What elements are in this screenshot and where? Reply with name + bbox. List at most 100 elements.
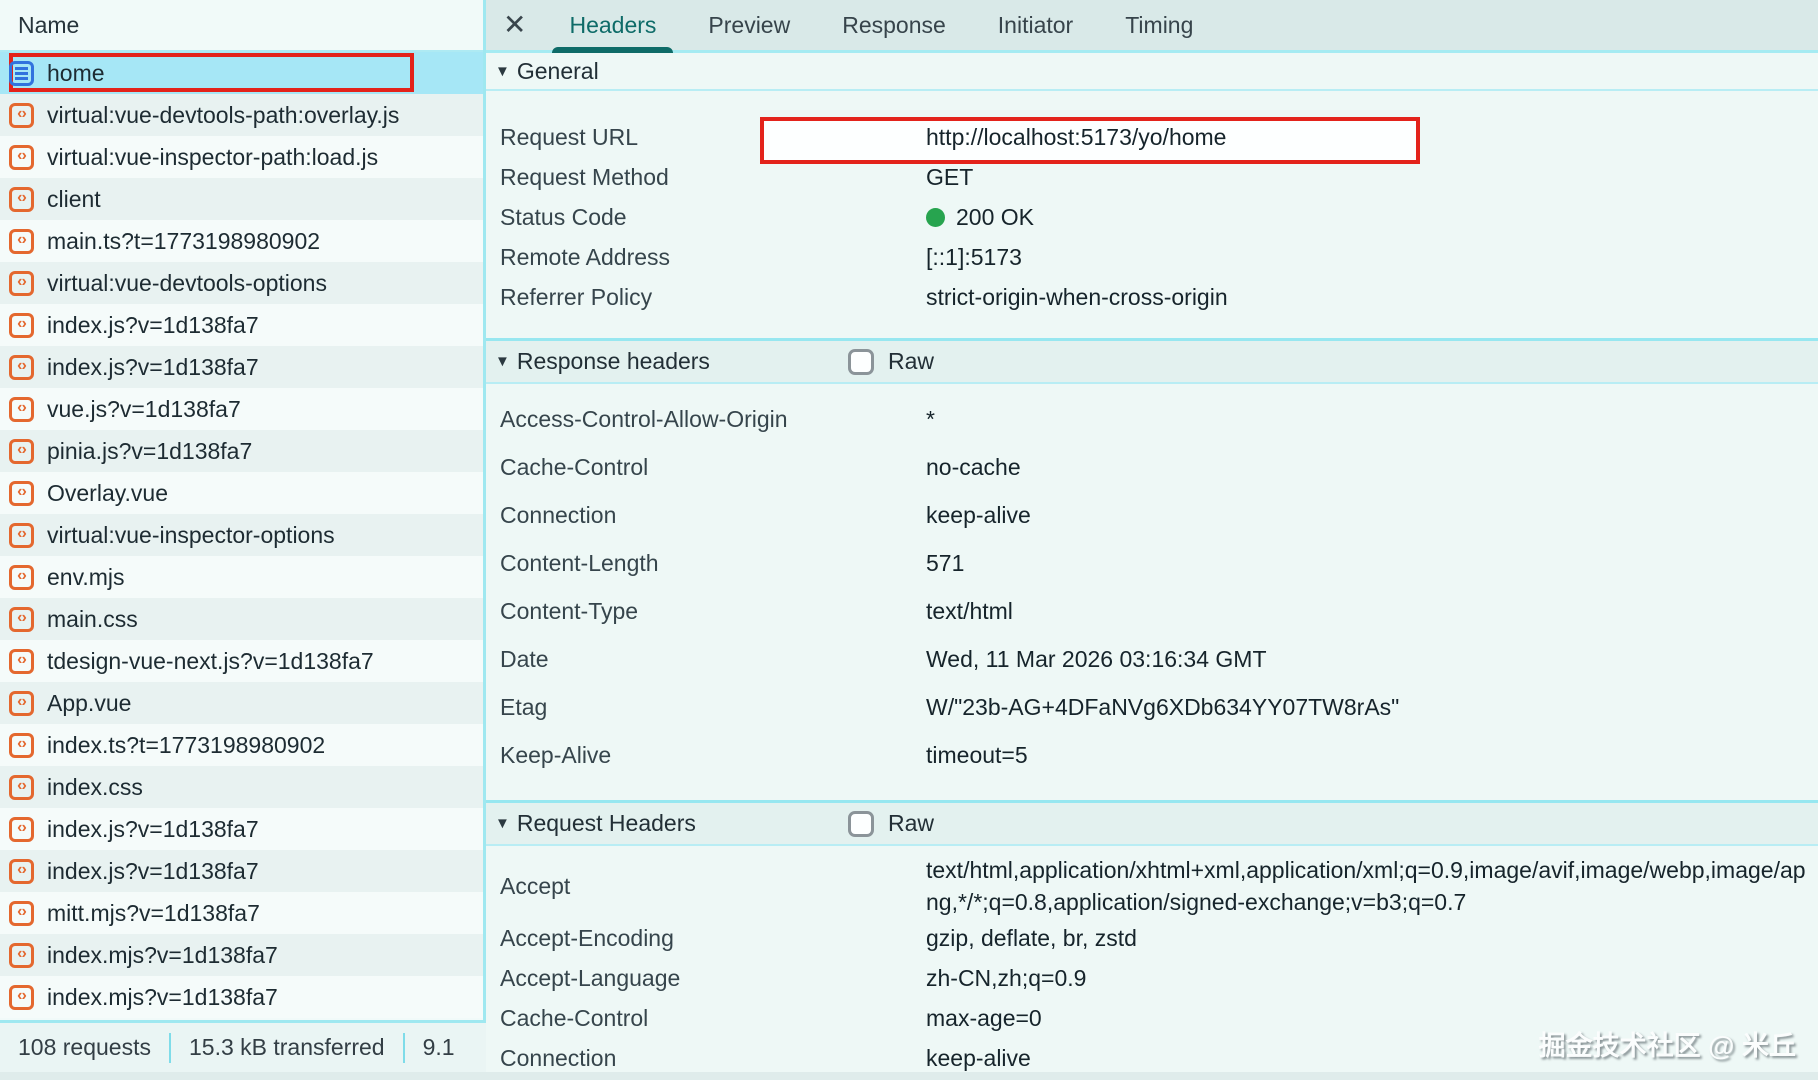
general-section-header[interactable]: ▼ General <box>486 53 1818 91</box>
detail-tab[interactable]: Headers <box>548 0 677 53</box>
request-row[interactable]: ‹› main.css <box>0 598 483 640</box>
name-column-label: Name <box>18 11 80 38</box>
header-row: Date Wed, 11 Mar 2026 03:16:34 GMT <box>486 635 1818 683</box>
request-name: index.ts?t=1773198980902 <box>47 731 326 758</box>
request-name: main.ts?t=1773198980902 <box>47 227 321 254</box>
response-headers-section-header[interactable]: ▼ Response headers Raw <box>486 338 1818 384</box>
collapse-triangle-icon: ▼ <box>495 62 510 80</box>
name-column-header[interactable]: Name <box>0 0 483 52</box>
request-row[interactable]: ‹› virtual:vue-devtools-options <box>0 262 483 304</box>
script-icon: ‹› <box>9 228 34 254</box>
script-icon: ‹› <box>9 186 34 212</box>
request-row[interactable]: ‹› index.js?v=1d138fa7 <box>0 850 483 892</box>
header-value: no-cache <box>926 454 1021 480</box>
script-icon: ‹› <box>9 690 34 716</box>
request-row[interactable]: ‹› mitt.mjs?v=1d138fa7 <box>0 892 483 934</box>
header-value: [::1]:5173 <box>926 244 1022 270</box>
request-row[interactable]: ‹› index.css <box>0 766 483 808</box>
request-count: 108 requests <box>18 1034 151 1060</box>
request-headers-title: Request Headers <box>516 810 696 836</box>
header-value: text/html <box>926 598 1013 624</box>
request-name: vue.js?v=1d138fa7 <box>47 395 241 422</box>
header-row: Content-Type text/html <box>486 587 1818 635</box>
request-name: virtual:vue-devtools-options <box>47 269 327 296</box>
request-name: index.js?v=1d138fa7 <box>47 815 259 842</box>
request-row[interactable]: ‹› index.ts?t=1773198980902 <box>0 724 483 766</box>
collapse-triangle-icon: ▼ <box>495 815 510 832</box>
request-row[interactable]: ‹› index.mjs?v=1d138fa7 <box>0 976 483 1018</box>
detail-tab[interactable]: Initiator <box>977 0 1094 50</box>
request-row[interactable]: ‹› index.js?v=1d138fa7 <box>0 304 483 346</box>
header-name: Cache-Control <box>500 1004 649 1031</box>
request-name: index.js?v=1d138fa7 <box>47 353 259 380</box>
script-icon: ‹› <box>9 480 34 506</box>
script-icon: ‹› <box>9 774 34 800</box>
headers-content: ▼ General Request URL http://localhost:5… <box>486 53 1818 1072</box>
request-row[interactable]: ‹› virtual:vue-inspector-path:load.js <box>0 136 483 178</box>
request-row[interactable]: ‹› index.js?v=1d138fa7 <box>0 808 483 850</box>
header-name: Access-Control-Allow-Origin <box>500 405 788 432</box>
request-name: env.mjs <box>47 563 125 590</box>
request-row[interactable]: ‹› main.ts?t=1773198980902 <box>0 220 483 262</box>
raw-toggle: Raw <box>848 341 934 382</box>
header-value: * <box>926 406 935 432</box>
header-name: Connection <box>500 501 617 528</box>
request-name: index.js?v=1d138fa7 <box>47 857 259 884</box>
response-header-rows: Access-Control-Allow-Origin * Cache-Cont… <box>486 395 1818 779</box>
script-icon: ‹› <box>9 102 34 128</box>
tab-label: Preview <box>708 11 791 38</box>
request-row[interactable]: ‹› index.js?v=1d138fa7 <box>0 346 483 388</box>
header-name: Content-Length <box>500 549 659 576</box>
close-icon[interactable]: ✕ <box>503 11 526 39</box>
tab-label: Initiator <box>997 11 1074 38</box>
request-row[interactable]: home <box>0 52 483 94</box>
request-row[interactable]: ‹› index.mjs?v=1d138fa7 <box>0 934 483 976</box>
header-row: Referrer Policy strict-origin-when-cross… <box>486 277 1818 317</box>
watermark-text: 掘金技术社区 @ 米丘 <box>1538 1031 1796 1061</box>
request-detail-panel: ✕ Headers Preview Response Initiator Tim… <box>486 0 1818 1072</box>
header-row: Cache-Control no-cache <box>486 443 1818 491</box>
request-row[interactable]: ‹› pinia.js?v=1d138fa7 <box>0 430 483 472</box>
script-icon: ‹› <box>9 144 34 170</box>
raw-checkbox[interactable] <box>848 810 874 837</box>
raw-checkbox[interactable] <box>848 348 874 375</box>
header-row: Remote Address [::1]:5173 <box>486 237 1818 277</box>
request-row[interactable]: ‹› tdesign-vue-next.js?v=1d138fa7 <box>0 640 483 682</box>
header-name: Accept <box>500 872 571 899</box>
header-row: Request URL http://localhost:5173/yo/hom… <box>486 117 1818 164</box>
detail-tab[interactable]: Response <box>821 0 967 50</box>
script-icon: ‹› <box>9 732 34 758</box>
header-name: Etag <box>500 693 548 720</box>
request-headers-section-header[interactable]: ▼ Request Headers Raw <box>486 800 1818 846</box>
header-row: Status Code 200 OK <box>486 197 1818 237</box>
header-name: Keep-Alive <box>500 741 612 768</box>
script-icon: ‹› <box>9 900 34 926</box>
collapse-triangle-icon: ▼ <box>495 353 510 370</box>
request-name: pinia.js?v=1d138fa7 <box>47 437 253 464</box>
general-section-title: General <box>516 57 599 84</box>
request-row[interactable]: ‹› env.mjs <box>0 556 483 598</box>
header-row: Accept-Encoding gzip, deflate, br, zstd <box>486 918 1818 958</box>
request-row[interactable]: ‹› virtual:vue-inspector-options <box>0 514 483 556</box>
header-name: Referrer Policy <box>500 283 653 310</box>
detail-tab[interactable]: Timing <box>1104 0 1214 50</box>
detail-tab[interactable]: Preview <box>687 0 811 50</box>
header-value: 571 <box>926 550 965 576</box>
request-row[interactable]: ‹› App.vue <box>0 682 483 724</box>
header-value: strict-origin-when-cross-origin <box>926 284 1228 310</box>
header-value: keep-alive <box>926 502 1031 528</box>
header-name: Accept-Language <box>500 964 681 991</box>
request-name: index.css <box>47 773 143 800</box>
request-name: index.mjs?v=1d138fa7 <box>47 941 278 968</box>
request-row[interactable]: ‹› client <box>0 178 483 220</box>
header-value: http://localhost:5173/yo/home <box>760 117 1810 164</box>
status-separator <box>402 1032 405 1063</box>
script-icon: ‹› <box>9 312 34 338</box>
header-row: Content-Length 571 <box>486 539 1818 587</box>
script-icon: ‹› <box>9 648 34 674</box>
request-row[interactable]: ‹› vue.js?v=1d138fa7 <box>0 388 483 430</box>
request-row[interactable]: ‹› virtual:vue-devtools-path:overlay.js <box>0 94 483 136</box>
header-name: Accept-Encoding <box>500 924 674 951</box>
script-icon: ‹› <box>9 816 34 842</box>
request-row[interactable]: ‹› Overlay.vue <box>0 472 483 514</box>
